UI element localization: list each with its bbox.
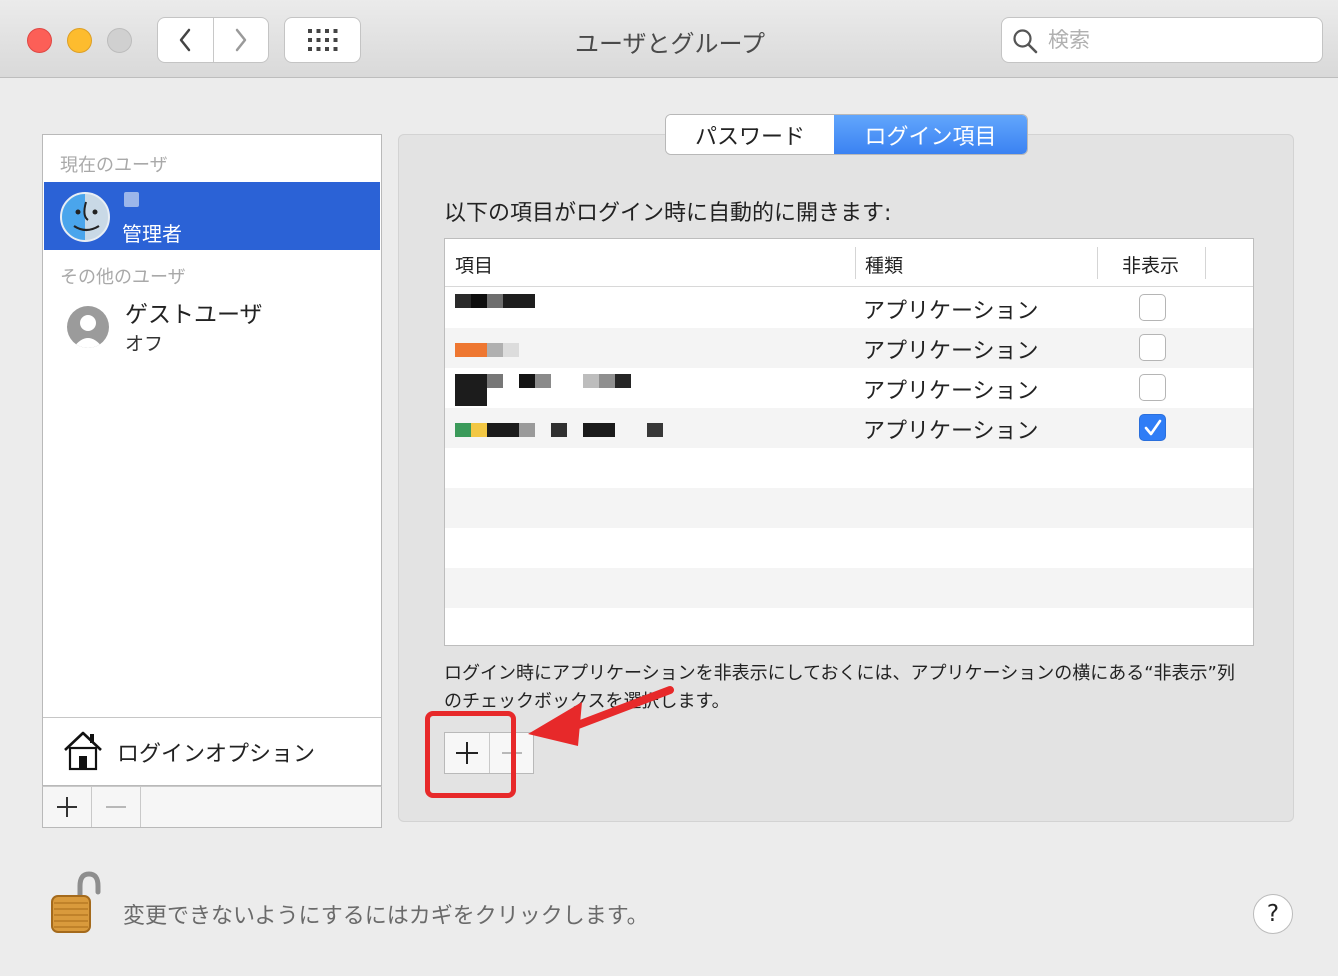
unlocked-padlock-icon[interactable] [50,870,102,934]
redacted-app-name [615,374,631,388]
empty-row [445,488,1253,528]
nav-buttons [157,17,269,63]
add-user-button[interactable] [43,787,92,827]
chevron-left-icon [180,28,191,52]
redacted-app-icon [455,294,471,308]
redacted-app-name [599,374,615,388]
empty-row [445,528,1253,568]
row-kind: アプリケーション [863,419,1039,444]
column-divider [1205,247,1206,279]
guest-user-status: オフ [125,333,164,355]
redacted-app-name [503,294,535,308]
login-options-item[interactable]: ログインオプション [43,717,381,785]
hide-checkbox[interactable] [1139,414,1166,441]
house-icon [64,731,102,771]
redacted-app-name [503,343,519,357]
annotation-arrow-icon [528,686,674,746]
sidebar-add-remove-bar [42,786,382,828]
table-row[interactable]: アプリケーション [445,408,1253,448]
annotation-highlight-box [425,711,516,798]
table-header: 項目 種類 非表示 [445,239,1253,287]
table-row[interactable]: アプリケーション [445,368,1253,408]
current-user-item[interactable]: 管理者 [44,182,380,250]
hide-checkbox[interactable] [1139,374,1166,401]
users-sidebar: 現在のユーザ 管理者 その他のユーザ ゲストユーザ オフ ログインオプション [42,134,382,786]
redacted-app-icon [455,423,471,437]
show-all-button[interactable] [284,17,361,63]
table-row[interactable]: アプリケーション [445,288,1253,328]
redacted-app-name [519,423,535,437]
remove-user-button[interactable] [92,787,141,827]
redacted-app-name [535,374,551,388]
redacted-app-icon [471,423,487,437]
redacted-app-name [519,374,535,388]
search-field[interactable] [1001,17,1323,63]
grid-icon [307,29,337,51]
empty-row [445,608,1253,645]
column-divider [1097,247,1098,279]
current-user-role: 管理者 [122,222,182,246]
login-items-heading: 以下の項目がログイン時に自動的に開きます: [444,201,892,226]
back-button[interactable] [158,18,213,62]
current-users-header: 現在のユーザ [60,155,168,176]
redacted-app-name [583,423,615,437]
empty-row [445,448,1253,488]
column-header-item[interactable]: 項目 [455,251,493,278]
login-options-label: ログインオプション [117,742,316,767]
tab-bar: パスワード ログイン項目 [665,114,1028,155]
lock-instruction-text: 変更できないようにするにはカギをクリックします。 [123,904,649,929]
redacted-app-name [583,374,599,388]
redacted-username [124,192,139,207]
help-button[interactable]: ? [1253,894,1293,934]
empty-row [445,568,1253,608]
zoom-window-button[interactable] [107,28,132,53]
chevron-right-icon [235,28,246,52]
checkmark-icon [1144,419,1162,436]
redacted-app-name [487,294,503,308]
redacted-app-name [487,343,503,357]
title-bar: ユーザとグループ [0,0,1338,78]
guest-user-item[interactable]: ゲストユーザ オフ [43,295,379,357]
tab-login-items[interactable]: ログイン項目 [834,115,1027,154]
redacted-app-name [551,423,567,437]
login-items-table: 項目 種類 非表示 アプリケーション アプリケーション アプリケーション アプリ… [444,238,1254,646]
redacted-app-name [647,423,663,437]
column-header-kind[interactable]: 種類 [865,251,903,278]
row-kind: アプリケーション [863,299,1039,324]
redacted-app-name [487,374,503,388]
column-header-hide[interactable]: 非表示 [1122,251,1179,278]
other-users-header: その他のユーザ [60,267,186,288]
row-kind: アプリケーション [863,379,1039,404]
plus-icon [57,797,77,817]
minus-icon [106,806,126,808]
person-avatar-icon [67,306,109,348]
finder-avatar-icon [60,192,110,242]
hide-checkbox[interactable] [1139,334,1166,361]
minimize-window-button[interactable] [67,28,92,53]
close-window-button[interactable] [27,28,52,53]
redacted-app-name [471,294,487,308]
window-title: ユーザとグループ [574,30,766,58]
row-kind: アプリケーション [863,339,1039,364]
redacted-app-icon [455,343,487,357]
redacted-app-icon [455,374,487,406]
redacted-app-name [487,423,519,437]
tab-password[interactable]: パスワード [666,115,835,154]
search-icon [1013,29,1038,54]
guest-user-name: ゲストユーザ [125,302,263,328]
column-divider [855,247,856,279]
table-row[interactable]: アプリケーション [445,328,1253,368]
hide-checkbox[interactable] [1139,294,1166,321]
forward-button[interactable] [212,18,269,62]
search-input[interactable] [1048,25,1308,55]
